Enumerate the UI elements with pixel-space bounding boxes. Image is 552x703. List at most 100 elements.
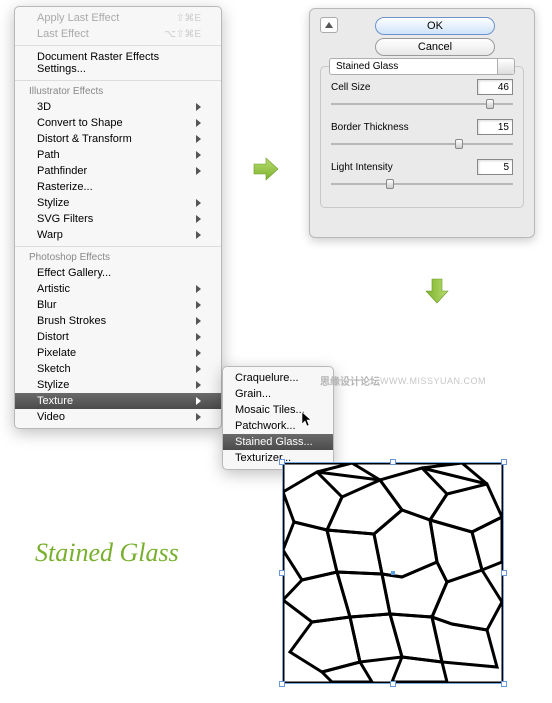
filter-select[interactable]: Stained Glass	[329, 58, 515, 75]
param-input-light-intensity[interactable]	[477, 159, 513, 175]
resize-handle[interactable]	[501, 570, 507, 576]
menu-item-convert-to-shape[interactable]: Convert to Shape	[15, 115, 221, 131]
cursor-icon	[302, 412, 314, 428]
menu-separator	[15, 45, 221, 46]
menu-label: Illustrator Effects	[29, 86, 103, 97]
slider-thumb[interactable]	[455, 139, 463, 149]
slider-track	[331, 143, 513, 145]
chevron-right-icon	[196, 381, 201, 389]
menu-label: Apply Last Effect	[37, 12, 119, 24]
menu-label: Patchwork...	[235, 420, 296, 432]
slider-thumb[interactable]	[386, 179, 394, 189]
param-input-cell-size[interactable]	[477, 79, 513, 95]
menu-label: Effect Gallery...	[37, 267, 111, 279]
menu-item-pixelate[interactable]: Pixelate	[15, 345, 221, 361]
caption-text: Stained Glass	[35, 538, 179, 568]
chevron-right-icon	[196, 333, 201, 341]
chevron-right-icon	[196, 413, 201, 421]
ok-button[interactable]: OK	[375, 17, 495, 35]
slider-thumb[interactable]	[486, 99, 494, 109]
menu-label: Texture	[37, 395, 73, 407]
menu-label: Rasterize...	[37, 181, 93, 193]
menu-label: Video	[37, 411, 65, 423]
menu-shortcut: ⇧⌘E	[176, 13, 201, 24]
menu-doc-raster[interactable]: Document Raster Effects Settings...	[15, 49, 221, 77]
param-label: Light Intensity	[331, 162, 393, 173]
menu-item-svg-filters[interactable]: SVG Filters	[15, 211, 221, 227]
watermark-text: 思缘设计论坛	[320, 373, 380, 388]
chevron-right-icon	[196, 231, 201, 239]
resize-handle[interactable]	[390, 459, 396, 465]
menu-item-blur[interactable]: Blur	[15, 297, 221, 313]
menu-label: Convert to Shape	[37, 117, 123, 129]
menu-item-sketch[interactable]: Sketch	[15, 361, 221, 377]
chevron-right-icon	[196, 199, 201, 207]
menu-label: Grain...	[235, 388, 271, 400]
menu-item-video[interactable]: Video	[15, 409, 221, 425]
menu-apply-last: Apply Last Effect ⇧⌘E	[15, 10, 221, 26]
resize-handle[interactable]	[279, 570, 285, 576]
menu-label: 3D	[37, 101, 51, 113]
submenu-item-grain-[interactable]: Grain...	[223, 386, 333, 402]
param-row: Cell Size	[331, 79, 513, 95]
cancel-button[interactable]: Cancel	[375, 38, 495, 56]
menu-label: Sketch	[37, 363, 71, 375]
menu-item-stylize[interactable]: Stylize	[15, 377, 221, 393]
menu-item-warp[interactable]: Warp	[15, 227, 221, 243]
menu-last-effect: Last Effect ⌥⇧⌘E	[15, 26, 221, 42]
chevron-right-icon	[196, 119, 201, 127]
menu-separator	[15, 246, 221, 247]
menu-label: Blur	[37, 299, 57, 311]
menu-item--d[interactable]: 3D	[15, 99, 221, 115]
chevron-right-icon	[196, 167, 201, 175]
center-point[interactable]	[391, 571, 395, 575]
menu-label: Mosaic Tiles...	[235, 404, 305, 416]
chevron-right-icon	[196, 135, 201, 143]
arrow-icon	[424, 277, 450, 305]
resize-handle[interactable]	[390, 681, 396, 687]
param-slider[interactable]	[331, 97, 513, 111]
submenu-item-mosaic-tiles-[interactable]: Mosaic Tiles...	[223, 402, 333, 418]
menu-item-distort-transform[interactable]: Distort & Transform	[15, 131, 221, 147]
resize-handle[interactable]	[279, 459, 285, 465]
disclosure-toggle[interactable]	[320, 17, 338, 33]
menu-label: Path	[37, 149, 60, 161]
menu-label: Last Effect	[37, 28, 89, 40]
submenu-item-craquelure-[interactable]: Craquelure...	[223, 370, 333, 386]
menu-effect-gallery[interactable]: Effect Gallery...	[15, 265, 221, 281]
param-row: Light Intensity	[331, 159, 513, 175]
triangle-up-icon	[325, 22, 333, 28]
chevron-right-icon	[196, 285, 201, 293]
menu-item-rasterize-[interactable]: Rasterize...	[15, 179, 221, 195]
resize-handle[interactable]	[279, 681, 285, 687]
menu-label: Artistic	[37, 283, 70, 295]
button-label: OK	[427, 20, 443, 32]
menu-item-path[interactable]: Path	[15, 147, 221, 163]
resize-handle[interactable]	[501, 459, 507, 465]
menu-item-brush-strokes[interactable]: Brush Strokes	[15, 313, 221, 329]
submenu-item-patchwork-[interactable]: Patchwork...	[223, 418, 333, 434]
menu-label: Stylize	[37, 379, 69, 391]
texture-submenu: Craquelure... Grain... Mosaic Tiles... Patc…	[222, 366, 334, 470]
menu-label: Craquelure...	[235, 372, 299, 384]
menu-label: Pixelate	[37, 347, 76, 359]
param-slider[interactable]	[331, 137, 513, 151]
preview-artwork[interactable]	[282, 462, 504, 684]
menu-item-pathfinder[interactable]: Pathfinder	[15, 163, 221, 179]
slider-track	[331, 183, 513, 185]
chevron-right-icon	[196, 397, 201, 405]
menu-shortcut: ⌥⇧⌘E	[164, 29, 201, 40]
param-label: Cell Size	[331, 82, 370, 93]
menu-item-distort[interactable]: Distort	[15, 329, 221, 345]
menu-item-artistic[interactable]: Artistic	[15, 281, 221, 297]
menu-label: Distort	[37, 331, 69, 343]
param-label: Border Thickness	[331, 122, 409, 133]
param-slider[interactable]	[331, 177, 513, 191]
submenu-item-stained-glass-[interactable]: Stained Glass...	[223, 434, 333, 450]
resize-handle[interactable]	[501, 681, 507, 687]
param-input-border-thickness[interactable]	[477, 119, 513, 135]
menu-label: Stylize	[37, 197, 69, 209]
menu-label: Photoshop Effects	[29, 252, 110, 263]
menu-item-texture[interactable]: Texture	[15, 393, 221, 409]
menu-item-stylize[interactable]: Stylize	[15, 195, 221, 211]
